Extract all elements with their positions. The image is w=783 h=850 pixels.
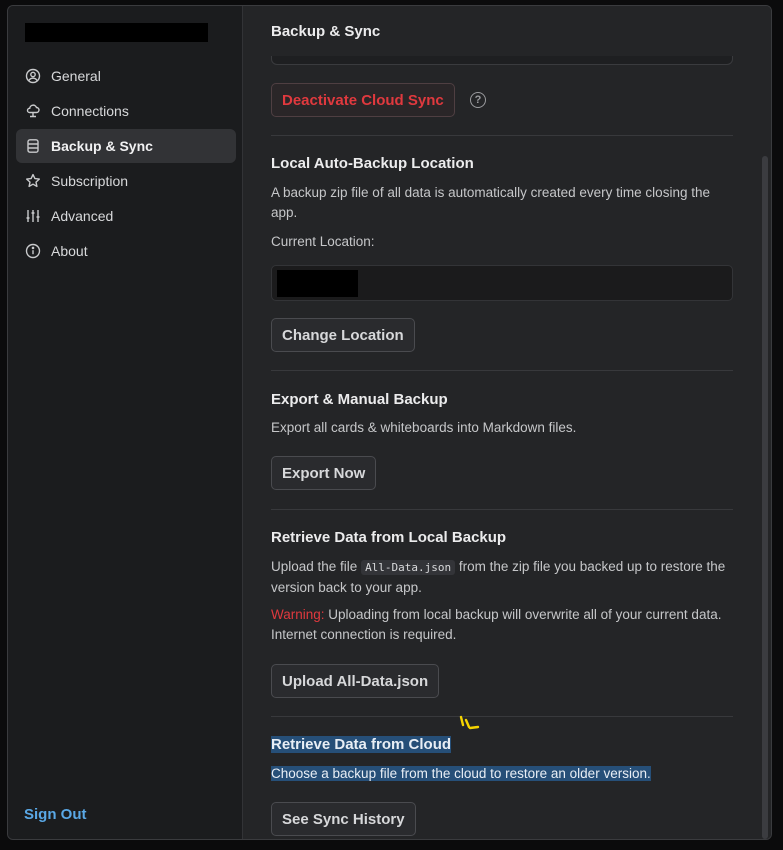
local-backup-title: Local Auto-Backup Location (271, 155, 474, 172)
scrollbar-thumb[interactable] (762, 156, 768, 839)
main-panel: Backup & Sync Deactivate Cloud Sync ? Lo… (244, 6, 771, 839)
sidebar-item-connections[interactable]: Connections (16, 94, 236, 128)
sidebar-item-label: Backup & Sync (51, 138, 153, 154)
settings-scroll-area[interactable]: Deactivate Cloud Sync ? Local Auto-Backu… (244, 56, 771, 839)
user-circle-icon (25, 68, 41, 84)
retrieve-cloud-title: Retrieve Data from Cloud (271, 736, 452, 753)
page-title: Backup & Sync (244, 6, 771, 56)
selected-text: Retrieve Data from Cloud (271, 736, 452, 753)
retrieve-local-description: Upload the file All-Data.json from the z… (271, 557, 733, 598)
change-location-button[interactable]: Change Location (271, 318, 415, 352)
deactivate-cloud-sync-button[interactable]: Deactivate Cloud Sync (271, 83, 455, 117)
divider (271, 370, 733, 371)
sliders-icon (25, 208, 41, 224)
export-description: Export all cards & whiteboards into Mark… (271, 420, 577, 435)
divider (271, 135, 733, 136)
retrieve-local-title: Retrieve Data from Local Backup (271, 529, 507, 546)
sidebar-item-label: Subscription (51, 173, 129, 189)
current-location-label: Current Location: (271, 234, 375, 249)
retrieve-cloud-description: Choose a backup file from the cloud to r… (271, 764, 733, 784)
divider (271, 716, 733, 717)
description-text: Upload the file (271, 559, 362, 574)
cursor-spark-icon (459, 715, 480, 730)
sidebar-item-backup-sync[interactable]: Backup & Sync (16, 129, 236, 163)
upload-all-data-button[interactable]: Upload All-Data.json (271, 664, 440, 698)
cloud-sync-info-box (271, 56, 733, 65)
settings-window: General Connections Backup & Sync Subscr… (7, 5, 772, 840)
warning-label: Warning: (271, 607, 325, 622)
account-name-redacted (25, 23, 208, 42)
cloud-connection-icon (25, 103, 41, 119)
sidebar-item-about[interactable]: About (16, 234, 236, 268)
export-title: Export & Manual Backup (271, 391, 448, 408)
retrieve-local-warning: Warning: Uploading from local backup wil… (271, 605, 733, 645)
sidebar-item-general[interactable]: General (16, 59, 236, 93)
sidebar: General Connections Backup & Sync Subscr… (8, 6, 243, 839)
sign-out-link[interactable]: Sign Out (24, 806, 87, 823)
sidebar-item-label: About (51, 243, 88, 259)
export-now-button[interactable]: Export Now (271, 456, 377, 490)
sidebar-item-advanced[interactable]: Advanced (16, 199, 236, 233)
help-icon[interactable]: ? (470, 92, 486, 108)
sidebar-item-label: Advanced (51, 208, 114, 224)
warning-text: Uploading from local backup will overwri… (271, 607, 722, 642)
location-path-redacted (277, 270, 358, 297)
divider (271, 509, 733, 510)
sidebar-item-label: Connections (51, 103, 129, 119)
file-name-code: All-Data.json (361, 560, 456, 575)
see-sync-history-button[interactable]: See Sync History (271, 802, 416, 836)
database-icon (25, 138, 41, 154)
local-backup-description: A backup zip file of all data is automat… (271, 185, 710, 220)
current-location-field (271, 265, 733, 301)
sidebar-item-subscription[interactable]: Subscription (16, 164, 236, 198)
info-icon (25, 243, 41, 259)
star-icon (25, 173, 41, 189)
sidebar-nav: General Connections Backup & Sync Subscr… (16, 59, 236, 269)
sidebar-item-label: General (51, 68, 101, 84)
selected-text: Choose a backup file from the cloud to r… (271, 766, 651, 781)
